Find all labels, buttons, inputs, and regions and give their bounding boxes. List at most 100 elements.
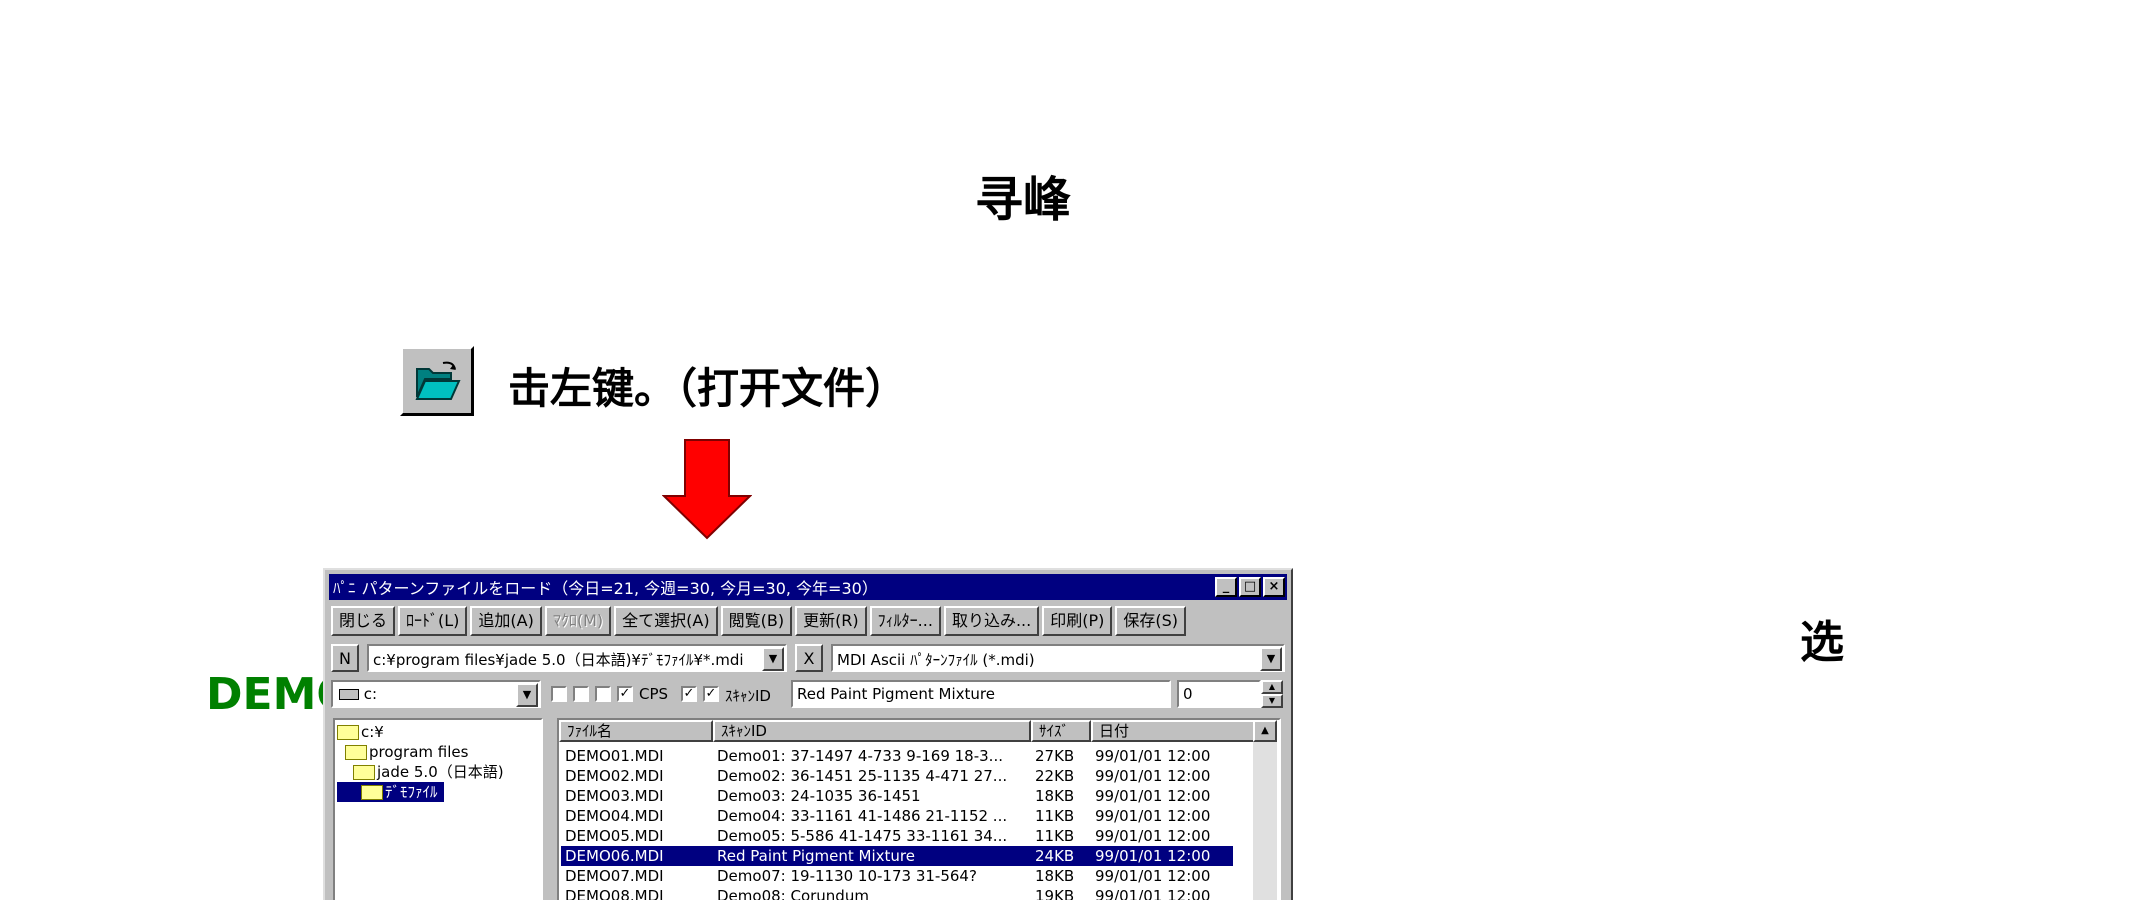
minimize-button[interactable]: _ [1215, 577, 1237, 597]
file-date-cell: 99/01/01 12:00 [1095, 747, 1211, 765]
import-button[interactable]: 取り込み... [943, 606, 1040, 636]
file-scan-cell: Demo01: 37-1497 4-733 9-169 18-3... [717, 747, 1003, 765]
file-name-cell: DEMO03.MDI [565, 787, 664, 805]
print-button[interactable]: 印刷(P) [1042, 606, 1113, 636]
file-size-cell: 18KB [1035, 867, 1075, 885]
file-date-cell: 99/01/01 12:00 [1095, 847, 1211, 865]
scan-id-value: Red Paint Pigment Mixture [797, 685, 995, 703]
scroll-up-icon[interactable]: ▲ [1253, 720, 1277, 742]
file-scan-cell: Demo05: 5-586 41-1475 33-1161 34... [717, 827, 1008, 845]
file-row[interactable]: DEMO03.MDI Demo03: 24-1035 36-1451 18KB 99/… [561, 786, 1233, 806]
file-size-cell: 11KB [1035, 807, 1075, 825]
chevron-down-icon[interactable]: ▼ [762, 647, 784, 671]
file-date-cell: 99/01/01 12:00 [1095, 867, 1211, 885]
path-value: c:¥program files¥jade 5.0（日本語)¥ﾃﾞﾓﾌｧｲﾙ¥*… [373, 651, 744, 669]
refresh-button[interactable]: 更新(R) [795, 606, 867, 636]
spin-up-icon[interactable]: ▲ [1261, 680, 1283, 694]
tree-item-selected[interactable]: ﾃﾞﾓﾌｧｲﾙ [337, 782, 444, 802]
close-dialog-button[interactable]: 閉じる [331, 606, 396, 636]
filter-button[interactable]: ﾌｨﾙﾀｰ... [869, 606, 941, 636]
path-combo[interactable]: c:¥program files¥jade 5.0（日本語)¥ﾃﾞﾓﾌｧｲﾙ¥*… [367, 644, 787, 672]
drive-label: c: [363, 685, 378, 703]
drive-combo[interactable]: c: ▼ [331, 680, 541, 708]
tree-item[interactable]: c:¥ [337, 722, 384, 742]
scan-id-input[interactable]: Red Paint Pigment Mixture [791, 680, 1171, 708]
file-row[interactable]: DEMO08.MDI Demo08: Corundum 19KB 99/01/01 1… [561, 886, 1233, 900]
file-list[interactable]: ﾌｧｲﾙ名 ｽｷｬﾝID ｻｲｽﾞ 日付 DEMO01.MDI Demo01: 3… [557, 718, 1281, 900]
file-date-cell: 99/01/01 12:00 [1095, 887, 1211, 900]
file-size-cell: 22KB [1035, 767, 1075, 785]
file-name-cell: DEMO07.MDI [565, 867, 664, 885]
open-folder-icon [415, 361, 461, 400]
side-char: 选 [1800, 617, 1844, 668]
file-scan-cell: Demo03: 24-1035 36-1451 [717, 787, 921, 805]
file-size-cell: 24KB [1035, 847, 1075, 865]
instruction-text: 击左键。（打开文件） [508, 364, 908, 413]
scan-id-checkbox[interactable]: ✓ [703, 686, 719, 702]
filter-checkbox-4[interactable]: ✓ [617, 686, 633, 702]
drive-value: c: [339, 685, 377, 703]
filter-checkbox-1[interactable] [551, 686, 567, 702]
filetype-value: MDI Ascii ﾊﾟﾀｰﾝﾌｧｲﾙ (*.mdi) [837, 651, 1035, 669]
chevron-down-icon[interactable]: ▼ [1260, 647, 1282, 671]
file-scan-cell: Red Paint Pigment Mixture [717, 847, 915, 865]
number-spinner[interactable]: ▲ ▼ [1261, 680, 1283, 708]
spin-down-icon[interactable]: ▼ [1261, 694, 1283, 708]
file-size-cell: 19KB [1035, 887, 1075, 900]
tree-item-label: jade 5.0（日本語) [377, 763, 504, 781]
select-all-button[interactable]: 全て選択(A) [614, 606, 718, 636]
page-title: 寻峰 [975, 172, 1072, 228]
maximize-button[interactable]: □ [1239, 577, 1261, 597]
file-size-cell: 11KB [1035, 827, 1075, 845]
file-name-cell: DEMO02.MDI [565, 767, 664, 785]
folder-tree[interactable]: c:¥ program files jade 5.0（日本語) ﾃﾞﾓﾌｧｲﾙ [333, 718, 543, 900]
file-name-cell: DEMO06.MDI [565, 847, 664, 865]
file-size-cell: 27KB [1035, 747, 1075, 765]
file-size-cell: 18KB [1035, 787, 1075, 805]
number-input[interactable]: 0 [1177, 680, 1261, 708]
window-title: パターンファイルをロード（今日=21, 今週=30, 今月=30, 今年=30） [361, 579, 878, 598]
file-row[interactable]: DEMO05.MDI Demo05: 5-586 41-1475 33-1161 … [561, 826, 1233, 846]
file-row[interactable]: DEMO07.MDI Demo07: 19-1130 10-173 31-564?… [561, 866, 1233, 886]
filetype-combo[interactable]: MDI Ascii ﾊﾟﾀｰﾝﾌｧｲﾙ (*.mdi) ▼ [831, 644, 1285, 672]
file-row[interactable]: DEMO04.MDI Demo04: 33-1161 41-1486 21-115… [561, 806, 1233, 826]
cps-checkbox[interactable]: ✓ [681, 686, 697, 702]
path-row: N c:¥program files¥jade 5.0（日本語)¥ﾃﾞﾓﾌｧｲﾙ… [331, 644, 1285, 674]
file-date-cell: 99/01/01 12:00 [1095, 827, 1211, 845]
tree-item-label: program files [369, 743, 469, 761]
open-file-button[interactable] [400, 346, 474, 416]
file-row-selected[interactable]: DEMO06.MDI Red Paint Pigment Mixture 24KB 9… [561, 846, 1233, 866]
column-header-scan-id[interactable]: ｽｷｬﾝID [713, 720, 1031, 742]
file-row[interactable]: DEMO01.MDI Demo01: 37-1497 4-733 9-169 18… [561, 746, 1233, 766]
load-pattern-window: ﾊﾟﾆ パターンファイルをロード（今日=21, 今週=30, 今月=30, 今年… [323, 568, 1293, 900]
filter-checkbox-2[interactable] [573, 686, 589, 702]
tree-item-label: c:¥ [361, 723, 384, 741]
add-button[interactable]: 追加(A) [470, 606, 542, 636]
file-row[interactable]: DEMO02.MDI Demo02: 36-1451 25-1135 4-471 … [561, 766, 1233, 786]
column-header-filename[interactable]: ﾌｧｲﾙ名 [559, 720, 713, 742]
chevron-down-icon[interactable]: ▼ [516, 683, 538, 707]
column-header-date[interactable]: 日付 [1091, 720, 1255, 742]
file-name-cell: DEMO04.MDI [565, 807, 664, 825]
folder-icon [337, 725, 359, 740]
save-button[interactable]: 保存(S) [1115, 606, 1186, 636]
file-name-cell: DEMO05.MDI [565, 827, 664, 845]
load-button[interactable]: ﾛｰﾄﾞ(L) [398, 606, 468, 636]
tree-item[interactable]: jade 5.0（日本語) [353, 762, 504, 782]
clear-path-button[interactable]: X [795, 644, 823, 672]
n-button[interactable]: N [331, 644, 359, 672]
folder-icon [345, 745, 367, 760]
window-titlebar[interactable]: ﾊﾟﾆ パターンファイルをロード（今日=21, 今週=30, 今月=30, 今年… [329, 574, 1287, 600]
column-header-size[interactable]: ｻｲｽﾞ [1031, 720, 1091, 742]
tree-item-label: ﾃﾞﾓﾌｧｲﾙ [385, 783, 438, 801]
vertical-scrollbar[interactable]: ▲ [1253, 720, 1277, 900]
close-button[interactable]: × [1263, 577, 1285, 597]
browse-button[interactable]: 閲覧(B) [720, 606, 793, 636]
filter-checkbox-3[interactable] [595, 686, 611, 702]
toolbar: 閉じる ﾛｰﾄﾞ(L) 追加(A) ﾏｸﾛ(M) 全て選択(A) 閲覧(B) 更… [331, 606, 1186, 636]
filter-row: c: ▼ ✓ CPS ✓ ✓ ｽｷｬﾝID Red Paint Pigment … [331, 680, 1285, 710]
macro-button[interactable]: ﾏｸﾛ(M) [544, 606, 612, 636]
tree-item[interactable]: program files [345, 742, 468, 762]
cps-label: CPS [639, 685, 669, 703]
folder-open-icon [361, 785, 383, 800]
